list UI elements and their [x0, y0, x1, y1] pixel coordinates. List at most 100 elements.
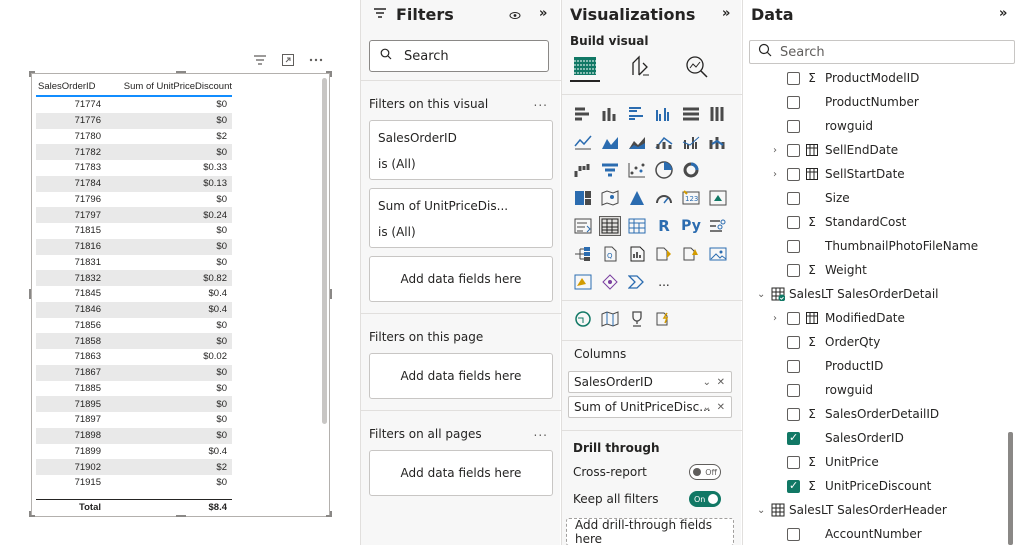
collapse-visualizations-icon[interactable]: »: [722, 6, 730, 21]
field-checkbox[interactable]: [787, 455, 800, 469]
waterfall-chart-icon[interactable]: [572, 160, 594, 180]
table-row[interactable]: 71784 $0.13: [36, 175, 232, 192]
field-checkbox[interactable]: [787, 71, 800, 85]
table-scrollbar[interactable]: [322, 78, 327, 424]
filter-icon[interactable]: [252, 53, 268, 67]
field-checkbox[interactable]: [787, 335, 800, 349]
chevron-right-icon[interactable]: ›: [773, 169, 781, 180]
azure-map-icon[interactable]: [626, 188, 648, 208]
resize-handle[interactable]: [330, 511, 332, 517]
more-options-icon[interactable]: [308, 53, 324, 67]
line-chart-icon[interactable]: [572, 132, 594, 152]
field-checkbox[interactable]: [787, 263, 800, 277]
field-checkbox[interactable]: [787, 143, 800, 157]
field-checkbox[interactable]: [787, 167, 800, 181]
table-row[interactable]: 71815 $0: [36, 223, 232, 239]
resize-handle[interactable]: [330, 289, 332, 299]
field-checkbox[interactable]: [787, 479, 800, 493]
table-row[interactable]: 71782 $0: [36, 144, 232, 160]
add-data-fields-page[interactable]: Add data fields here: [369, 353, 553, 399]
field-checkbox[interactable]: [787, 95, 800, 109]
chevron-right-icon[interactable]: ›: [773, 145, 781, 156]
key-influencers-icon[interactable]: [707, 216, 729, 236]
table-row[interactable]: 71774 $0: [36, 97, 232, 113]
resize-handle[interactable]: [176, 71, 186, 73]
field-checkbox[interactable]: [787, 527, 800, 541]
smart-narrative-icon[interactable]: [626, 244, 648, 264]
area-chart-icon[interactable]: [599, 132, 621, 152]
resize-handle[interactable]: [176, 515, 186, 517]
table-visual[interactable]: SalesOrderID Sum of UnitPriceDiscount 71…: [31, 73, 330, 517]
treemap-icon[interactable]: [572, 188, 594, 208]
stacked-bar-chart-icon[interactable]: [572, 104, 594, 124]
resize-handle[interactable]: [29, 71, 31, 77]
field-checkbox[interactable]: [787, 359, 800, 373]
table-row[interactable]: 71845 $0.4: [36, 286, 232, 302]
table-row[interactable]: 71858 $0: [36, 333, 232, 349]
table-row[interactable]: 71796 $0: [36, 192, 232, 208]
power-automate-flow-icon[interactable]: [626, 272, 648, 292]
power-apps-icon[interactable]: [572, 272, 594, 292]
table-visual-icon[interactable]: [599, 216, 621, 236]
filter-card-unitpricediscount[interactable]: Sum of UnitPriceDis... is (All): [369, 188, 553, 248]
r-script-visual-icon[interactable]: R: [653, 216, 675, 236]
slicer-icon[interactable]: [572, 216, 594, 236]
close-icon[interactable]: ✕: [717, 402, 725, 413]
column-well-unitpricediscount[interactable]: Sum of UnitPriceDisc... ⌄ ✕: [568, 396, 732, 418]
pie-chart-icon[interactable]: [653, 160, 675, 180]
chevron-down-icon[interactable]: ⌄: [757, 505, 765, 516]
table-row[interactable]: 71898 $0: [36, 427, 232, 444]
field-checkbox[interactable]: [787, 119, 800, 133]
collapse-data-icon[interactable]: »: [999, 6, 1007, 21]
keep-all-filters-toggle[interactable]: On: [689, 491, 721, 507]
filter-card-salesorderid[interactable]: SalesOrderID is (All): [369, 120, 553, 180]
table-row[interactable]: 71831 $0: [36, 255, 232, 271]
table-row[interactable]: 71846 $0.4: [36, 301, 232, 318]
power-automate-icon[interactable]: [599, 272, 621, 292]
table-row[interactable]: 71780 $2: [36, 129, 232, 145]
resize-handle[interactable]: [29, 511, 31, 517]
table-row[interactable]: 71776 $0: [36, 112, 232, 129]
field-checkbox[interactable]: [787, 191, 800, 205]
filters-search-input[interactable]: Search: [369, 40, 549, 72]
more-options-icon[interactable]: ...: [534, 425, 548, 439]
chevron-down-icon[interactable]: ⌄: [757, 289, 765, 300]
chevron-down-icon[interactable]: ⌄: [703, 377, 711, 388]
table-row[interactable]: 71899 $0.4: [36, 444, 232, 460]
add-data-fields-all-pages[interactable]: Add data fields here: [369, 450, 553, 496]
more-options-icon[interactable]: ...: [534, 95, 548, 109]
chevron-down-icon[interactable]: ⌄: [703, 402, 711, 413]
100-stacked-bar-chart-icon[interactable]: [680, 104, 702, 124]
gauge-icon[interactable]: [653, 188, 675, 208]
arcgis-map-icon[interactable]: [572, 309, 594, 329]
donut-chart-icon[interactable]: [680, 160, 702, 180]
eye-icon[interactable]: [509, 9, 521, 23]
line-stacked-column-chart-icon[interactable]: [653, 132, 675, 152]
image-visual-icon[interactable]: [707, 244, 729, 264]
100-stacked-column-chart-icon[interactable]: [707, 104, 729, 124]
table-row[interactable]: 71856 $0: [36, 318, 232, 334]
clustered-bar-chart-icon[interactable]: [626, 104, 648, 124]
data-scrollbar[interactable]: [1008, 432, 1013, 545]
kpi-icon[interactable]: [707, 188, 729, 208]
table-row[interactable]: 71797 $0.24: [36, 207, 232, 223]
more-visuals-icon[interactable]: ...: [653, 272, 675, 292]
paginated-report-icon[interactable]: [680, 244, 702, 264]
trophy-icon[interactable]: [626, 309, 648, 329]
field-checkbox[interactable]: [787, 407, 800, 421]
table-row[interactable]: 71783 $0.33: [36, 160, 232, 176]
table-row[interactable]: 71902 $2: [36, 459, 232, 475]
stacked-column-chart-icon[interactable]: [599, 104, 621, 124]
column-header-sum-unitpricediscount[interactable]: Sum of UnitPriceDiscount: [101, 81, 232, 92]
column-well-salesorderid[interactable]: SalesOrderID ⌄ ✕: [568, 371, 732, 393]
clustered-column-chart-icon[interactable]: [653, 104, 675, 124]
decomposition-tree-icon[interactable]: [572, 244, 594, 264]
table-row[interactable]: 71867 $0: [36, 364, 232, 381]
add-drill-through-fields[interactable]: Add drill-through fields here: [566, 518, 734, 545]
field-checkbox[interactable]: [787, 239, 800, 253]
table-row[interactable]: 71895 $0: [36, 396, 232, 412]
focus-mode-icon[interactable]: [280, 53, 296, 67]
column-header-salesorderid[interactable]: SalesOrderID: [36, 81, 101, 92]
table-row[interactable]: 71915 $0: [36, 475, 232, 491]
qa-visual-icon[interactable]: Q: [599, 244, 621, 264]
